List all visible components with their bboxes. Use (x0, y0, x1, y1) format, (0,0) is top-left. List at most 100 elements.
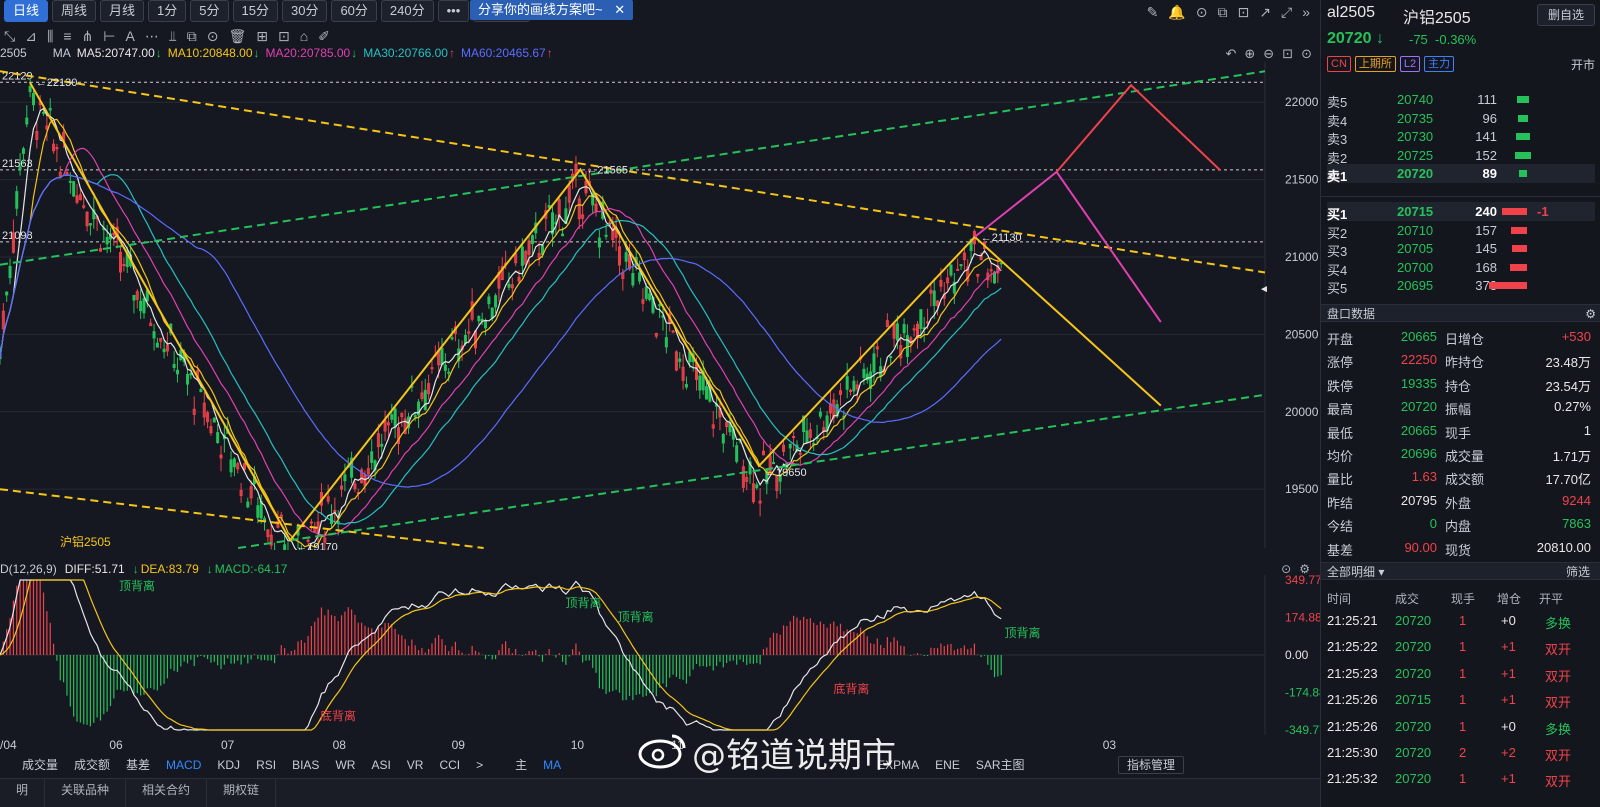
macd-icons: ⊙ ⚙ (1281, 562, 1310, 576)
draw-tool-icon[interactable]: ⫫ (169, 28, 177, 45)
orderbook-row[interactable]: 卖5 20740 111 (1327, 90, 1595, 110)
stats-row: 量比 1.63 成交额 17.70亿 (1327, 466, 1595, 489)
indicator-tab[interactable]: RSI (248, 756, 284, 774)
tick-row[interactable]: 21:25:22 20720 1 +1 双开 (1327, 634, 1595, 660)
orderbook-row[interactable]: 卖3 20730 141 (1327, 127, 1595, 147)
upper-channel-line[interactable] (0, 70, 1266, 266)
chevron-down-icon: ▾ (1378, 565, 1385, 579)
candle-body (232, 458, 236, 468)
bottom-tab[interactable]: 明 (0, 779, 46, 807)
remove-watchlist-button[interactable]: 删自选 (1537, 4, 1595, 26)
tick-row[interactable]: 21:25:30 20720 2 +2 双开 (1327, 740, 1595, 766)
period-button[interactable]: 日线 (4, 0, 49, 22)
chart-tool-icon[interactable]: ↶ (1225, 46, 1236, 62)
indicator-tab[interactable]: BIAS (284, 756, 327, 774)
share-tip[interactable]: 分享你的画线方案吧~ ✕ (470, 0, 634, 20)
draw-tool-icon[interactable]: ⫼ (47, 28, 53, 45)
tick-row[interactable]: 21:25:23 20720 1 +1 双开 (1327, 661, 1595, 687)
period-button[interactable]: 月线 (100, 0, 145, 22)
filter-button[interactable]: 筛选 (1566, 563, 1590, 581)
orderbook-row[interactable]: 买3 20705 145 (1327, 239, 1595, 259)
macd-chart[interactable]: 349.77174.880.00-174.88-349.77顶背离顶背离顶背离顶… (0, 575, 1320, 735)
bottom-tab[interactable]: 相关合约 (126, 779, 208, 807)
ticks-title[interactable]: 全部明细 ▾ 筛选 (1321, 562, 1600, 580)
draw-tool-icon[interactable]: 🗑 (228, 28, 246, 45)
draw-tool-icon[interactable]: ≡ (63, 28, 71, 44)
draw-tool-icon[interactable]: ✐ (318, 28, 330, 45)
indicator-tab[interactable]: VR (399, 756, 432, 774)
draw-tool-icon[interactable]: ⊡ (278, 28, 290, 45)
indicator-tab[interactable]: CCI (431, 756, 468, 774)
projection-line[interactable] (974, 171, 1058, 238)
projection-line[interactable] (1055, 83, 1222, 173)
zigzag-line[interactable] (28, 81, 1162, 543)
tick-row[interactable]: 21:25:21 20720 1 +0 多换 (1327, 608, 1595, 634)
indicator-tab[interactable]: ASI (363, 756, 398, 774)
tick-row[interactable]: 21:25:32 20720 1 +1 双开 (1327, 766, 1595, 792)
kline-chart[interactable]: 1950020000205002100021500220002212921563… (0, 62, 1320, 550)
toolbar-icon[interactable]: ⧉ (1218, 4, 1228, 21)
draw-tool-icon[interactable]: ⊿ (25, 28, 37, 45)
stat-key: 成交额 (1445, 472, 1485, 488)
draw-tool-icon[interactable]: A (126, 28, 135, 44)
close-icon[interactable]: ✕ (614, 2, 625, 17)
period-button[interactable]: 周线 (52, 0, 97, 22)
orderbook-row[interactable]: 买4 20700 168 (1327, 258, 1595, 278)
toolbar-icon[interactable]: ↗ (1259, 4, 1271, 21)
orderbook-row[interactable]: 买2 20710 157 (1327, 221, 1595, 241)
settings-icon[interactable]: ⚙ (1585, 305, 1596, 323)
bottom-tab[interactable]: 期权链 (207, 779, 277, 807)
orderbook-row[interactable]: 卖2 20725 152 (1327, 146, 1595, 166)
main-indicator-tab[interactable]: ENE (927, 756, 968, 774)
chevron-right-icon[interactable]: > (468, 756, 491, 774)
gear-icon[interactable]: ⚙ (1299, 562, 1310, 576)
chart-tool-icon[interactable]: ⊕ (1244, 46, 1255, 62)
main-indicator-tab[interactable]: SAR主图 (968, 756, 1033, 774)
period-button[interactable]: 60分 (331, 0, 377, 22)
settings-icon[interactable]: ⊙ (1281, 562, 1291, 576)
tick-row[interactable]: 21:25:26 20715 1 +1 双开 (1327, 687, 1595, 713)
toolbar-icon[interactable]: ⊡ (1238, 4, 1250, 21)
toolbar-icon[interactable]: ✎ (1147, 4, 1159, 21)
bottom-tab[interactable]: 关联品种 (45, 779, 127, 807)
draw-tool-icon[interactable]: ⊙ (207, 28, 219, 45)
indicator-tab[interactable]: 成交额 (66, 756, 118, 774)
chart-tool-icon[interactable]: ⊖ (1263, 46, 1274, 62)
period-button[interactable]: 15分 (232, 0, 278, 22)
toolbar-icon[interactable]: ⊙ (1196, 4, 1208, 21)
indicator-tab[interactable]: KDJ (209, 756, 248, 774)
tick-row[interactable]: 21:25:26 20720 1 +0 多换 (1327, 714, 1595, 740)
indicator-tab[interactable]: WR (327, 756, 363, 774)
orderbook-row[interactable]: 卖1 20720 89 (1327, 164, 1595, 184)
draw-tool-icon[interactable]: ⌂ (300, 28, 308, 44)
period-button[interactable]: 1分 (148, 0, 187, 22)
toolbar-icon[interactable]: 🔔 (1168, 4, 1185, 21)
projection-line[interactable] (1055, 171, 1162, 323)
main-indicator-tab[interactable]: MA (535, 756, 569, 774)
stat-key: 持仓 (1445, 378, 1472, 394)
stats-row: 最高 20720 振幅 0.27% (1327, 396, 1595, 419)
draw-tool-icon[interactable]: ⋯ (145, 28, 159, 45)
period-button[interactable]: 5分 (190, 0, 229, 22)
candle-body (561, 233, 565, 237)
draw-tool-icon[interactable]: ⧉ (187, 28, 197, 45)
chart-tool-icon[interactable]: ⊙ (1301, 46, 1312, 62)
draw-tool-icon[interactable]: ⊢ (103, 28, 115, 45)
indicator-tab[interactable]: 成交量 (14, 756, 66, 774)
period-button[interactable]: 30分 (281, 0, 328, 22)
draw-tool-icon[interactable]: ⤡ (4, 28, 15, 45)
orderbook-row[interactable]: 卖4 20735 96 (1327, 109, 1595, 129)
orderbook-row[interactable]: 买5 20695 373 (1327, 276, 1595, 296)
chart-tool-icon[interactable]: ⊡ (1282, 46, 1293, 62)
draw-tool-icon[interactable]: ⊞ (256, 28, 268, 45)
main-indicator-tab[interactable]: 主 (507, 756, 535, 774)
period-button[interactable]: ••• (437, 0, 470, 22)
period-button[interactable]: 240分 (380, 0, 434, 22)
indicator-tab[interactable]: MACD (158, 756, 209, 774)
indicator-tab[interactable]: 基差 (118, 756, 158, 774)
orderbook-row[interactable]: 买1 20715 240 -1 (1327, 202, 1595, 222)
toolbar-icon[interactable]: » (1302, 4, 1310, 21)
draw-tool-icon[interactable]: ⋔ (82, 28, 94, 45)
indicator-manager-button[interactable]: 指标管理 (1118, 756, 1185, 774)
toolbar-icon[interactable]: ⤢ (1281, 4, 1292, 21)
